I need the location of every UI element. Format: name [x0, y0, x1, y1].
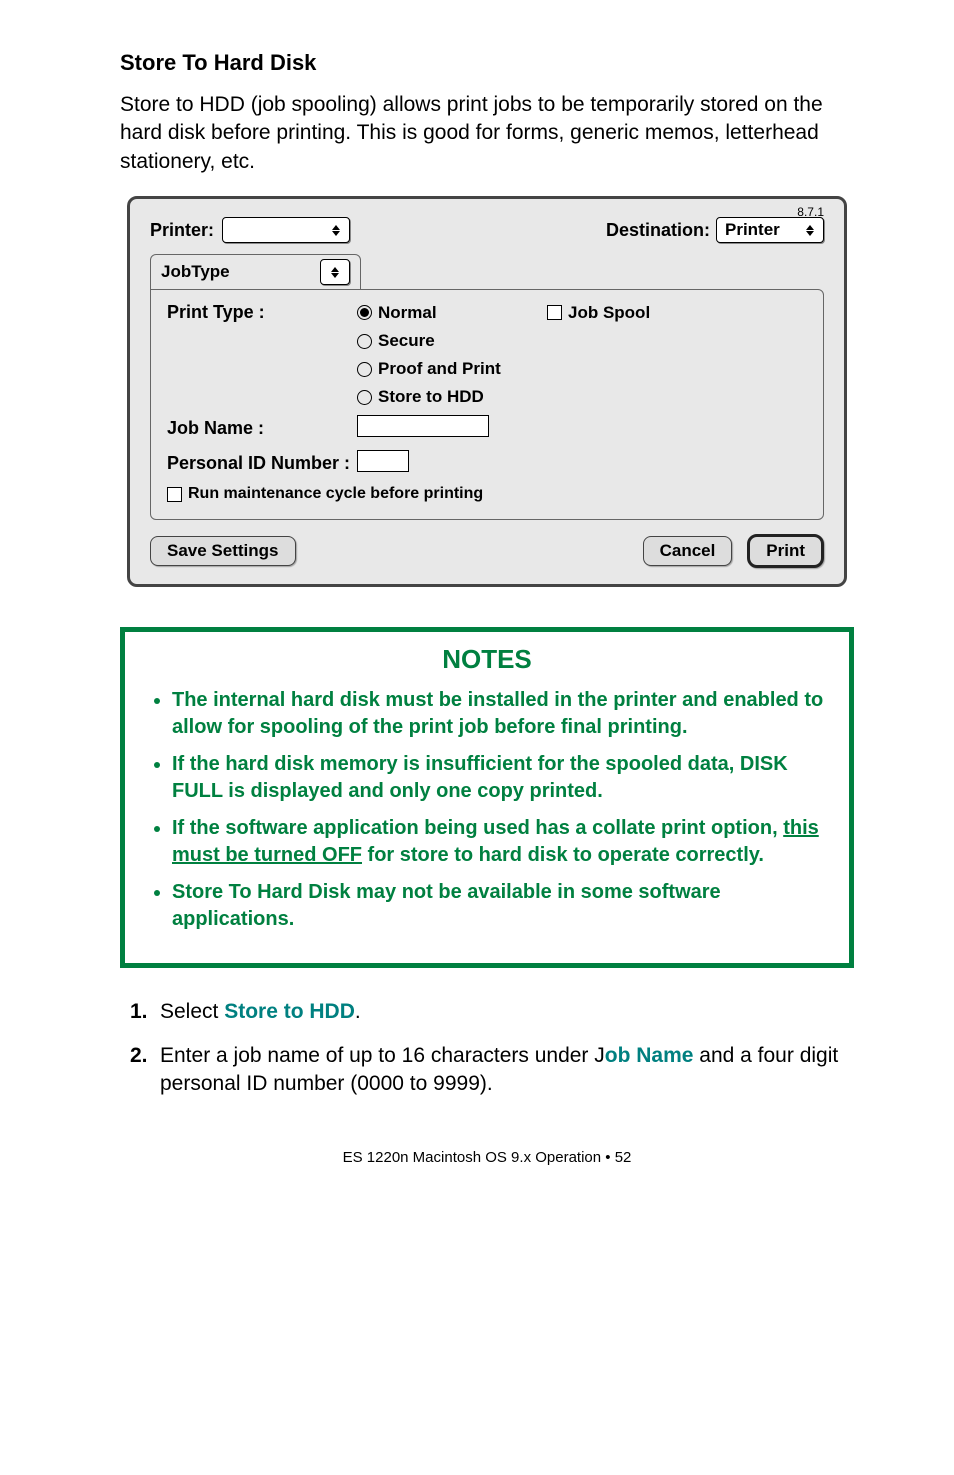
tab-jobtype[interactable]: JobType [150, 254, 361, 290]
tab-select-arrows[interactable] [320, 259, 350, 285]
step-number: 2. [130, 1042, 160, 1099]
printer-select[interactable] [222, 217, 350, 243]
radio-secure[interactable]: Secure [357, 331, 547, 351]
step-1: 1. Select Store to HDD. [130, 998, 854, 1026]
destination-value: Printer [725, 220, 780, 240]
job-name-label: Job Name : [167, 418, 357, 439]
tab-label: JobType [161, 262, 230, 282]
destination-label: Destination: [606, 220, 710, 241]
steps-list: 1. Select Store to HDD. 2. Enter a job n… [130, 998, 854, 1099]
print-type-label: Print Type : [167, 302, 357, 323]
checkbox-run-maintenance[interactable]: Run maintenance cycle before printing [167, 485, 483, 503]
notes-title: NOTES [150, 644, 824, 675]
step-number: 1. [130, 998, 160, 1026]
radio-proof-and-print[interactable]: Proof and Print [357, 359, 807, 379]
jobtype-panel: Print Type : Normal Job Spool Secure [150, 289, 824, 520]
radio-normal[interactable]: Normal [357, 303, 547, 323]
notes-box: NOTES The internal hard disk must be ins… [120, 627, 854, 968]
notes-item: If the hard disk memory is insufficient … [172, 751, 824, 805]
notes-item: Store To Hard Disk may not be available … [172, 879, 824, 933]
step-2: 2. Enter a job name of up to 16 characte… [130, 1042, 854, 1099]
page-footer: ES 1220n Macintosh OS 9.x Operation • 52 [120, 1149, 854, 1166]
cancel-button[interactable]: Cancel [643, 536, 733, 566]
intro-paragraph: Store to HDD (job spooling) allows print… [120, 91, 854, 176]
radio-icon [357, 390, 372, 405]
notes-item: If the software application being used h… [172, 815, 824, 869]
radio-icon [357, 305, 372, 320]
save-settings-button[interactable]: Save Settings [150, 536, 296, 566]
checkbox-icon [547, 305, 562, 320]
destination-select[interactable]: Printer [716, 217, 824, 243]
job-name-input[interactable] [357, 415, 489, 437]
checkbox-icon [167, 487, 182, 502]
print-button[interactable]: Print [747, 534, 824, 568]
radio-store-to-hdd[interactable]: Store to HDD [357, 387, 807, 407]
radio-icon [357, 334, 372, 349]
pin-input[interactable] [357, 450, 409, 472]
notes-item: The internal hard disk must be installed… [172, 687, 824, 741]
section-heading: Store To Hard Disk [120, 50, 854, 76]
radio-icon [357, 362, 372, 377]
print-dialog-screenshot: 8.7.1 Printer: Destination: Printer JobT… [127, 196, 847, 587]
checkbox-job-spool[interactable]: Job Spool [547, 303, 807, 323]
pin-label: Personal ID Number : [167, 453, 357, 474]
printer-label: Printer: [150, 220, 214, 241]
